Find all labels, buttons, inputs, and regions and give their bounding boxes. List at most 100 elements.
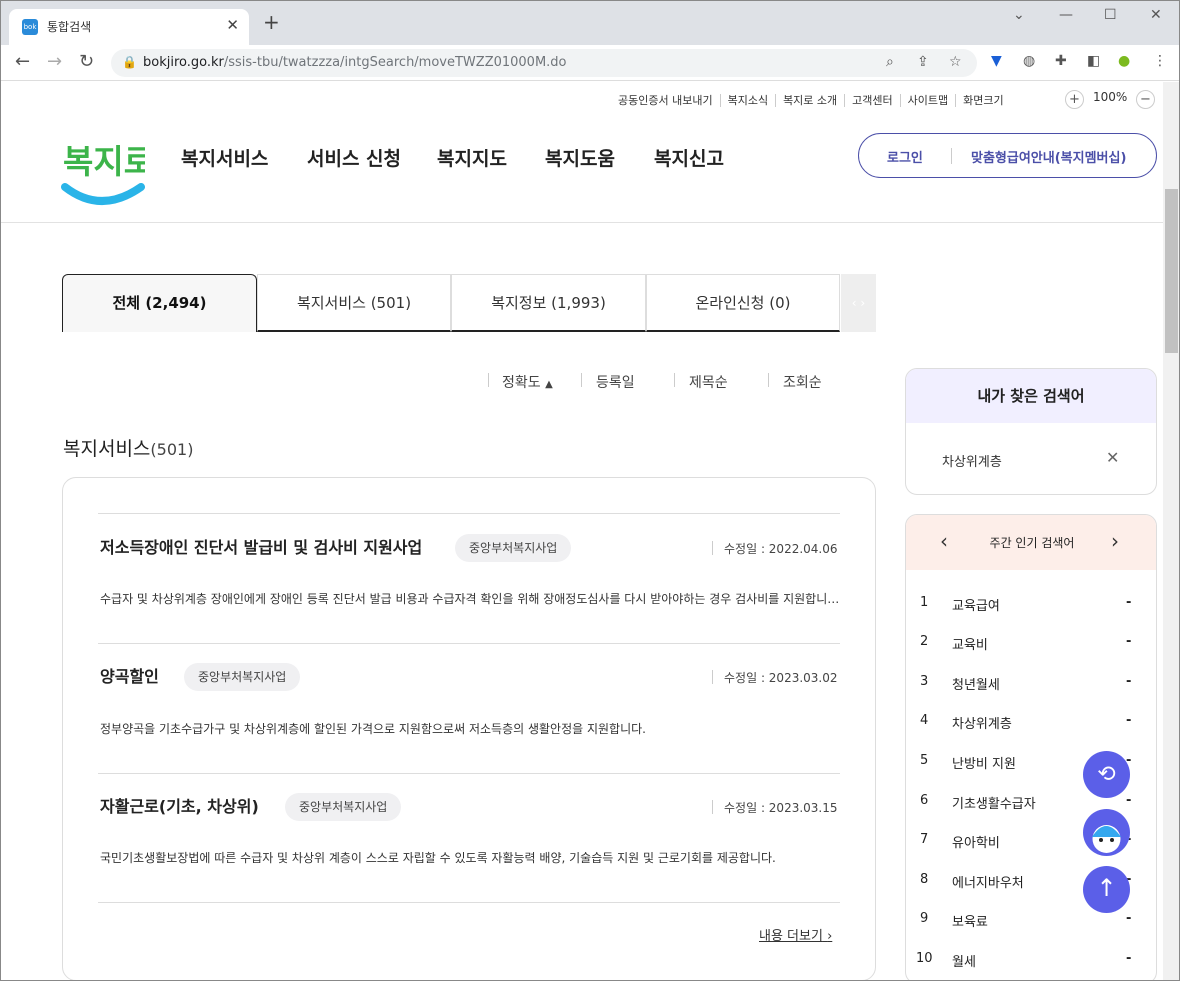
result-title[interactable]: 저소득장애인 진단서 발급비 및 검사비 지원사업 (100, 534, 422, 558)
nav-welfare-help[interactable]: 복지도움 (545, 144, 615, 171)
menu-kebab-icon[interactable]: ⋮ (1153, 53, 1167, 69)
nav-service-apply[interactable]: 서비스 신청 (307, 144, 401, 171)
header-divider (1, 222, 1180, 223)
popular-item[interactable]: 9보육료- (906, 911, 1156, 931)
row-divider (98, 773, 840, 774)
forward-icon[interactable]: → (47, 51, 62, 72)
login-membership-box: 로그인 맞춤형급여안내(복지멤버십) (858, 133, 1157, 178)
browser-tab[interactable]: bok 통합검색 ✕ (9, 9, 249, 45)
date-divider (712, 800, 713, 814)
browser-toolbar: ← → ↻ 🔒 bokjiro.go.kr/ssis-tbu/twatzzza/… (1, 45, 1180, 81)
util-sitemap[interactable]: 사이트맵 (900, 94, 955, 107)
next-chevron-icon[interactable]: › (1111, 529, 1119, 553)
popular-header: ‹ 주간 인기 검색어 › (906, 515, 1156, 570)
new-tab-icon[interactable]: + (263, 12, 280, 32)
login-button[interactable]: 로그인 (887, 147, 923, 166)
history-icon: ⟲ (1097, 762, 1115, 787)
popular-item[interactable]: 2교육비- (906, 634, 1156, 654)
back-icon[interactable]: ← (15, 51, 30, 72)
util-cert-export[interactable]: 공동인증서 내보내기 (611, 94, 720, 107)
result-description: 수급자 및 차상위계층 장애인에게 장애인 등록 진단서 발급 비용과 수급자격… (100, 590, 840, 607)
tab-title: 통합검색 (47, 18, 91, 35)
modified-date: 수정일 : 2022.04.06 (724, 540, 838, 557)
modified-date: 수정일 : 2023.03.15 (724, 799, 838, 816)
remove-keyword-icon[interactable]: ✕ (1106, 448, 1119, 467)
result-description: 정부양곡을 기초수급가구 및 차상위계층에 할인된 가격으로 지원함으로써 저소… (100, 720, 840, 737)
util-about[interactable]: 복지로 소개 (775, 94, 844, 107)
chatbot-mascot-icon (1083, 809, 1130, 856)
tab-welfare-service[interactable]: 복지서비스 (501) (257, 274, 451, 332)
arrow-up-icon: ↑ (1096, 874, 1116, 902)
reload-icon[interactable]: ↻ (79, 51, 94, 72)
scroll-top-button[interactable]: ↑ (1083, 866, 1130, 913)
svg-text:복지로: 복지로 (63, 142, 145, 181)
extension-v-icon[interactable]: ▼ (991, 53, 1002, 69)
nav-welfare-map[interactable]: 복지지도 (437, 144, 507, 171)
tab-all[interactable]: 전체 (2,494) (62, 274, 257, 332)
sort-up-icon: ▲ (545, 379, 553, 390)
extensions-puzzle-icon[interactable]: ✚ (1055, 53, 1067, 69)
window-close-icon[interactable]: ✕ (1150, 7, 1162, 23)
category-badge: 중앙부처복지사업 (455, 534, 571, 562)
category-badge: 중앙부처복지사업 (184, 663, 300, 691)
bookmark-star-icon[interactable]: ☆ (949, 54, 962, 70)
date-divider (712, 541, 713, 555)
membership-button[interactable]: 맞춤형급여안내(복지멤버십) (971, 147, 1126, 166)
maximize-icon[interactable]: ☐ (1104, 7, 1117, 23)
popular-item[interactable]: 4차상위계층- (906, 713, 1156, 733)
recent-history-button[interactable]: ⟲ (1083, 751, 1130, 798)
popular-item[interactable]: 10월세- (906, 951, 1156, 971)
sort-divider (488, 373, 489, 387)
row-divider (98, 513, 840, 514)
popular-title: 주간 인기 검색어 (906, 534, 1157, 551)
row-divider (98, 902, 840, 903)
zoom-out-button[interactable]: − (1136, 90, 1155, 109)
extension-mouse-icon[interactable]: ◍ (1023, 53, 1035, 69)
nav-welfare-service[interactable]: 복지서비스 (181, 144, 268, 171)
minimize-icon[interactable]: — (1059, 7, 1073, 23)
popular-item[interactable]: 6기초생활수급자- (906, 793, 1156, 813)
side-panel-icon[interactable]: ◧ (1087, 53, 1100, 69)
modified-date: 수정일 : 2023.03.02 (724, 669, 838, 686)
sort-date[interactable]: 등록일 (596, 372, 635, 392)
divider (951, 148, 952, 164)
zoom-in-button[interactable]: + (1065, 90, 1084, 109)
my-search-title: 내가 찾은 검색어 (906, 369, 1156, 423)
sort-divider (674, 373, 675, 387)
nav-welfare-report[interactable]: 복지신고 (654, 144, 724, 171)
bokjiro-logo[interactable]: 복지로 (61, 129, 145, 209)
my-search-keyword[interactable]: 차상위계층 (942, 451, 1002, 470)
popular-item[interactable]: 1교육급여- (906, 595, 1156, 615)
tab-online-apply[interactable]: 온라인신청 (0) (646, 274, 840, 332)
chevron-right-icon: › (827, 929, 832, 944)
address-bar[interactable]: 🔒 bokjiro.go.kr/ssis-tbu/twatzzza/intgSe… (111, 49, 977, 77)
more-link[interactable]: 내용 더보기 › (759, 925, 832, 944)
section-title: 복지서비스(501) (63, 434, 193, 461)
tab-scroll-arrows[interactable]: ‹ › (841, 274, 876, 332)
share-icon[interactable]: ⇪ (917, 54, 929, 70)
scrollbar-thumb[interactable] (1165, 189, 1178, 353)
sort-accuracy[interactable]: 정확도 ▲ (502, 372, 553, 392)
my-search-panel: 내가 찾은 검색어 차상위계층 ✕ (905, 368, 1157, 495)
chatbot-button[interactable] (1083, 809, 1130, 856)
zoom-lens-icon[interactable]: ⌕ (886, 54, 894, 70)
result-description: 국민기초생활보장법에 따른 수급자 및 차상위 계층이 스스로 자립할 수 있도… (100, 849, 840, 866)
result-title[interactable]: 양곡할인 (100, 663, 159, 687)
site-favicon-icon: bok (22, 19, 38, 35)
tab-welfare-info[interactable]: 복지정보 (1,993) (451, 274, 646, 332)
browser-window: bok 통합검색 ✕ + ⌄ — ☐ ✕ ← → ↻ 🔒 bokjiro.go.… (0, 0, 1180, 981)
date-divider (712, 670, 713, 684)
util-news[interactable]: 복지소식 (720, 94, 775, 107)
sort-divider (768, 373, 769, 387)
result-title[interactable]: 자활근로(기초, 차상위) (100, 793, 259, 817)
sort-title[interactable]: 제목순 (689, 372, 728, 392)
category-badge: 중앙부처복지사업 (285, 793, 401, 821)
popular-item[interactable]: 3청년월세- (906, 674, 1156, 694)
url-text: bokjiro.go.kr/ssis-tbu/twatzzza/intgSear… (143, 55, 567, 70)
lock-icon: 🔒 (122, 55, 137, 69)
sort-views[interactable]: 조회순 (783, 372, 822, 392)
profile-avatar-icon[interactable]: ● (1118, 53, 1130, 69)
tab-search-chevron-icon[interactable]: ⌄ (1013, 7, 1025, 23)
util-customer-center[interactable]: 고객센터 (844, 94, 899, 107)
close-tab-icon[interactable]: ✕ (226, 16, 239, 34)
